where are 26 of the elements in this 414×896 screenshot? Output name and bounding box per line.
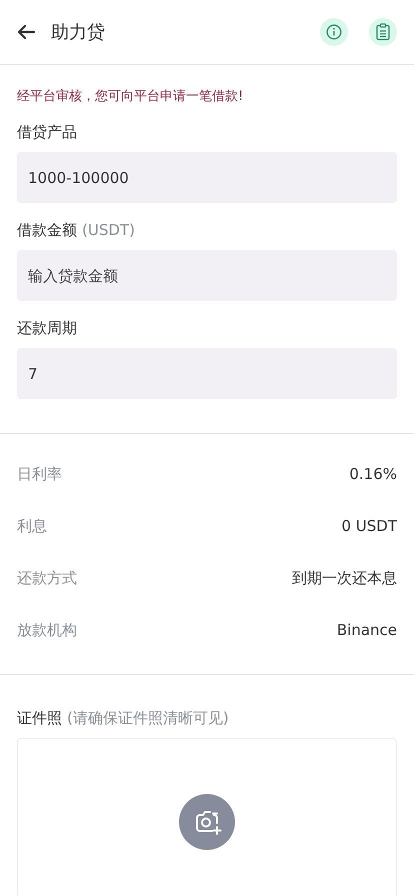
field-label: 借贷产品 — [17, 123, 77, 142]
field-label: 还款周期 — [17, 319, 77, 338]
camera-add-icon[interactable] — [179, 794, 235, 850]
record-button[interactable] — [369, 18, 397, 46]
detail-value: Binance — [336, 621, 397, 639]
detail-label: 利息 — [17, 516, 47, 536]
detail-value: 到期一次还本息 — [292, 568, 397, 588]
field-note: (USDT) — [82, 221, 135, 240]
notice-text: 经平台审核，您可向平台申请一笔借款! — [16, 88, 244, 105]
upload-note: (请确保证件照清晰可见) — [67, 709, 229, 728]
input-field[interactable]: 输入贷款金额 — [17, 250, 397, 301]
page-title: 助力贷 — [51, 21, 105, 44]
field-label: 借款金额 — [17, 221, 77, 240]
clipboard-icon — [375, 23, 391, 41]
detail-label: 还款方式 — [17, 568, 77, 588]
detail-value: 0 USDT — [341, 517, 397, 535]
detail-label: 放款机构 — [17, 620, 77, 640]
detail-value: 0.16% — [349, 465, 397, 483]
info-icon — [326, 24, 342, 40]
info-button[interactable] — [320, 18, 348, 46]
upload-area[interactable] — [17, 738, 397, 896]
input-field[interactable]: 1000-100000 — [17, 152, 397, 203]
upload-label: 证件照 — [17, 709, 62, 728]
back-arrow-icon[interactable] — [16, 24, 36, 40]
input-field[interactable]: 7 — [17, 348, 397, 399]
detail-label: 日利率 — [17, 464, 62, 484]
